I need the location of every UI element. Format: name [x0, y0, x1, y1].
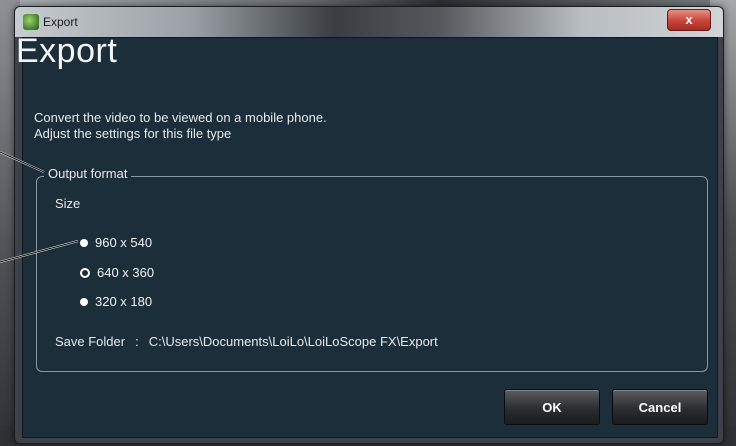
output-format-legend: Output format	[44, 166, 132, 181]
app-icon	[23, 14, 39, 30]
page-title: Export	[16, 32, 118, 70]
ok-button[interactable]: OK	[504, 389, 600, 425]
window-title: Export	[43, 15, 78, 29]
save-folder-row: Save Folder: C:\Users\Documents\LoiLo\Loi…	[55, 334, 438, 349]
size-option-640x360[interactable]: 640 x 360	[80, 265, 154, 280]
size-option-label: 640 x 360	[97, 265, 155, 280]
size-option-label: 960 x 540	[95, 235, 153, 250]
size-option-label: 320 x 180	[95, 294, 153, 309]
save-folder-label: Save Folder	[55, 334, 126, 349]
size-label: Size	[55, 196, 81, 211]
size-option-320x180[interactable]: 320 x 180	[80, 294, 152, 309]
size-option-960x540[interactable]: 960 x 540	[80, 235, 152, 250]
radio-icon[interactable]	[80, 238, 88, 247]
close-button[interactable]: x	[667, 9, 711, 31]
save-folder-separator: :	[135, 334, 139, 349]
description-line-1: Convert the video to be viewed on a mobi…	[34, 110, 327, 125]
save-folder-path: C:\Users\Documents\LoiLo\LoiLoScope FX\E…	[148, 334, 438, 349]
title-bar[interactable]: Export x	[15, 7, 723, 37]
description-line-2: Adjust the settings for this file type	[34, 126, 232, 141]
cancel-button[interactable]: Cancel	[612, 389, 708, 425]
radio-icon[interactable]	[80, 297, 88, 306]
radio-selected-icon[interactable]	[80, 267, 90, 278]
